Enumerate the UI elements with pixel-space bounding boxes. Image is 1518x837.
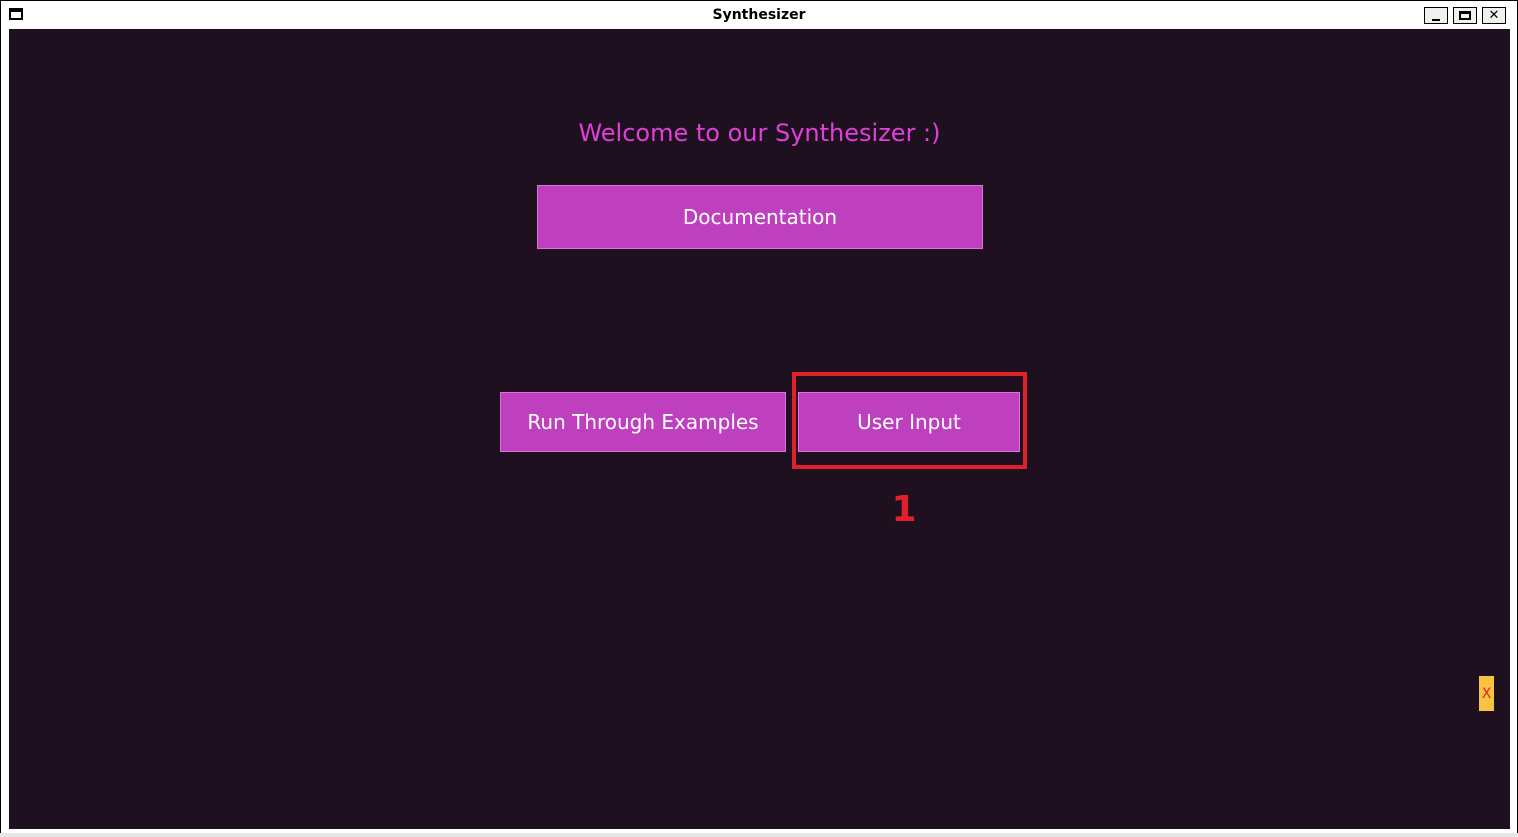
welcome-heading: Welcome to our Synthesizer :) [578,119,941,147]
desktop-bottom-edge [0,833,1518,837]
maximize-button[interactable] [1453,7,1477,24]
minimize-button[interactable] [1424,7,1448,24]
close-window-button[interactable]: ✕ [1482,7,1506,24]
maximize-icon [1459,11,1471,20]
run-through-examples-button[interactable]: Run Through Examples [500,392,786,452]
side-close-tab[interactable]: X [1479,676,1494,711]
annotation-marker: 1 [891,489,917,530]
close-icon: ✕ [1488,8,1500,23]
user-input-button[interactable]: User Input [798,392,1020,452]
app-window: Synthesizer ✕ Welcome to our Synthesizer… [0,0,1518,835]
main-content: Welcome to our Synthesizer :) Documentat… [9,29,1510,829]
window-title: Synthesizer [712,7,806,23]
documentation-button[interactable]: Documentation [537,185,983,249]
minimize-icon [1432,18,1440,21]
title-bar[interactable]: Synthesizer ✕ [1,1,1517,29]
